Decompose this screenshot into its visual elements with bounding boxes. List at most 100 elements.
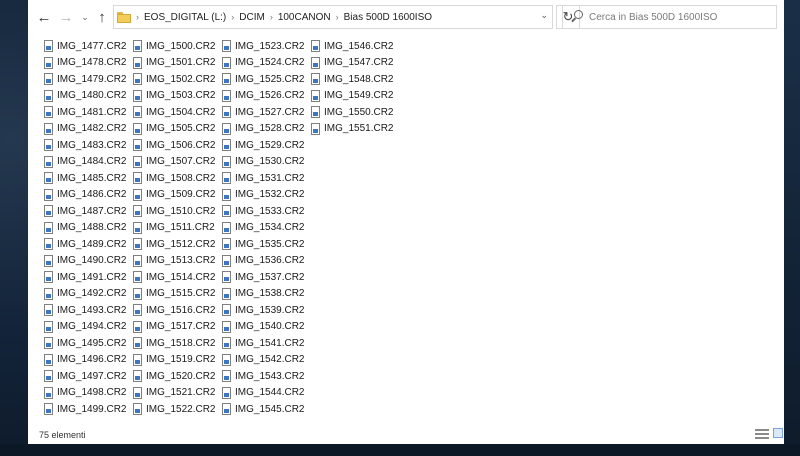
file-item[interactable]: IMG_1548.CR2 (311, 71, 393, 88)
file-item[interactable]: IMG_1504.CR2 (133, 104, 215, 121)
file-item[interactable]: IMG_1511.CR2 (133, 220, 215, 237)
file-item[interactable]: IMG_1484.CR2 (44, 154, 126, 171)
file-item[interactable]: IMG_1528.CR2 (222, 121, 304, 138)
file-item[interactable]: IMG_1509.CR2 (133, 187, 215, 204)
file-item[interactable]: IMG_1546.CR2 (311, 38, 393, 55)
file-item[interactable]: IMG_1543.CR2 (222, 368, 304, 385)
file-item[interactable]: IMG_1534.CR2 (222, 220, 304, 237)
file-item[interactable]: IMG_1507.CR2 (133, 154, 215, 171)
file-item[interactable]: IMG_1522.CR2 (133, 401, 215, 418)
file-item[interactable]: IMG_1525.CR2 (222, 71, 304, 88)
file-item[interactable]: IMG_1514.CR2 (133, 269, 215, 286)
file-item[interactable]: IMG_1496.CR2 (44, 352, 126, 369)
address-history-chevron-icon[interactable]: ⌄ (540, 10, 548, 21)
file-item[interactable]: IMG_1503.CR2 (133, 88, 215, 105)
file-item[interactable]: IMG_1505.CR2 (133, 121, 215, 138)
recent-locations-button[interactable]: ⌄ (78, 7, 92, 27)
file-item[interactable]: IMG_1512.CR2 (133, 236, 215, 253)
file-item[interactable]: IMG_1502.CR2 (133, 71, 215, 88)
file-item[interactable]: IMG_1539.CR2 (222, 302, 304, 319)
file-item[interactable]: IMG_1506.CR2 (133, 137, 215, 154)
file-item[interactable]: IMG_1483.CR2 (44, 137, 126, 154)
search-input[interactable] (589, 11, 769, 23)
file-item[interactable]: IMG_1495.CR2 (44, 335, 126, 352)
breadcrumb-100canon[interactable]: 100CANON (278, 12, 331, 23)
file-item[interactable]: IMG_1549.CR2 (311, 88, 393, 105)
file-item[interactable]: IMG_1530.CR2 (222, 154, 304, 171)
file-item[interactable]: IMG_1477.CR2 (44, 38, 126, 55)
file-name: IMG_1503.CR2 (146, 90, 216, 102)
chevron-down-icon: ⌄ (81, 11, 89, 22)
file-item[interactable]: IMG_1524.CR2 (222, 55, 304, 72)
up-button[interactable]: ↑ (92, 7, 112, 27)
file-item[interactable]: IMG_1529.CR2 (222, 137, 304, 154)
file-item[interactable]: IMG_1491.CR2 (44, 269, 126, 286)
file-item[interactable]: IMG_1538.CR2 (222, 286, 304, 303)
file-item[interactable]: IMG_1517.CR2 (133, 319, 215, 336)
file-item[interactable]: IMG_1501.CR2 (133, 55, 215, 72)
file-item[interactable]: IMG_1500.CR2 (133, 38, 215, 55)
file-name: IMG_1479.CR2 (57, 73, 127, 85)
raw-file-icon (133, 320, 142, 333)
file-item[interactable]: IMG_1518.CR2 (133, 335, 215, 352)
file-name: IMG_1488.CR2 (57, 222, 127, 234)
file-item[interactable]: IMG_1532.CR2 (222, 187, 304, 204)
file-item[interactable]: IMG_1487.CR2 (44, 203, 126, 220)
raw-file-icon (44, 353, 53, 366)
file-item[interactable]: IMG_1513.CR2 (133, 253, 215, 270)
file-item[interactable]: IMG_1535.CR2 (222, 236, 304, 253)
file-item[interactable]: IMG_1541.CR2 (222, 335, 304, 352)
breadcrumb-current-folder[interactable]: Bias 500D 1600ISO (344, 12, 432, 23)
file-item[interactable]: IMG_1551.CR2 (311, 121, 393, 138)
breadcrumb-drive[interactable]: EOS_DIGITAL (L:) (144, 12, 226, 23)
file-item[interactable]: IMG_1494.CR2 (44, 319, 126, 336)
large-icons-view-icon[interactable] (773, 428, 783, 438)
file-item[interactable]: IMG_1531.CR2 (222, 170, 304, 187)
search-box[interactable] (562, 5, 777, 29)
breadcrumb-dcim[interactable]: DCIM (239, 12, 265, 23)
file-item[interactable]: IMG_1510.CR2 (133, 203, 215, 220)
file-item[interactable]: IMG_1481.CR2 (44, 104, 126, 121)
file-item[interactable]: IMG_1486.CR2 (44, 187, 126, 204)
file-item[interactable]: IMG_1479.CR2 (44, 71, 126, 88)
address-bar[interactable]: › EOS_DIGITAL (L:) › DCIM › 100CANON › B… (113, 5, 553, 29)
file-item[interactable]: IMG_1498.CR2 (44, 385, 126, 402)
file-item[interactable]: IMG_1544.CR2 (222, 385, 304, 402)
file-item[interactable]: IMG_1526.CR2 (222, 88, 304, 105)
file-item[interactable]: IMG_1489.CR2 (44, 236, 126, 253)
file-item[interactable]: IMG_1508.CR2 (133, 170, 215, 187)
forward-button[interactable]: → (56, 7, 76, 27)
file-item[interactable]: IMG_1550.CR2 (311, 104, 393, 121)
file-name: IMG_1533.CR2 (235, 205, 305, 217)
file-item[interactable]: IMG_1521.CR2 (133, 385, 215, 402)
raw-file-icon (222, 56, 231, 69)
file-item[interactable]: IMG_1497.CR2 (44, 368, 126, 385)
file-item[interactable]: IMG_1490.CR2 (44, 253, 126, 270)
raw-file-icon (222, 188, 231, 201)
file-item[interactable]: IMG_1492.CR2 (44, 286, 126, 303)
file-item[interactable]: IMG_1515.CR2 (133, 286, 215, 303)
file-item[interactable]: IMG_1499.CR2 (44, 401, 126, 418)
file-item[interactable]: IMG_1482.CR2 (44, 121, 126, 138)
file-item[interactable]: IMG_1523.CR2 (222, 38, 304, 55)
file-item[interactable]: IMG_1533.CR2 (222, 203, 304, 220)
file-item[interactable]: IMG_1540.CR2 (222, 319, 304, 336)
file-item[interactable]: IMG_1493.CR2 (44, 302, 126, 319)
file-item[interactable]: IMG_1536.CR2 (222, 253, 304, 270)
file-item[interactable]: IMG_1516.CR2 (133, 302, 215, 319)
file-item[interactable]: IMG_1485.CR2 (44, 170, 126, 187)
file-item[interactable]: IMG_1542.CR2 (222, 352, 304, 369)
file-item[interactable]: IMG_1545.CR2 (222, 401, 304, 418)
file-item[interactable]: IMG_1537.CR2 (222, 269, 304, 286)
details-view-icon[interactable] (755, 429, 769, 439)
file-item[interactable]: IMG_1480.CR2 (44, 88, 126, 105)
file-item[interactable]: IMG_1547.CR2 (311, 55, 393, 72)
file-item[interactable]: IMG_1520.CR2 (133, 368, 215, 385)
file-name: IMG_1547.CR2 (324, 57, 394, 69)
file-item[interactable]: IMG_1519.CR2 (133, 352, 215, 369)
file-name: IMG_1505.CR2 (146, 123, 216, 135)
file-item[interactable]: IMG_1488.CR2 (44, 220, 126, 237)
file-item[interactable]: IMG_1527.CR2 (222, 104, 304, 121)
file-item[interactable]: IMG_1478.CR2 (44, 55, 126, 72)
back-button[interactable]: ← (34, 7, 54, 27)
